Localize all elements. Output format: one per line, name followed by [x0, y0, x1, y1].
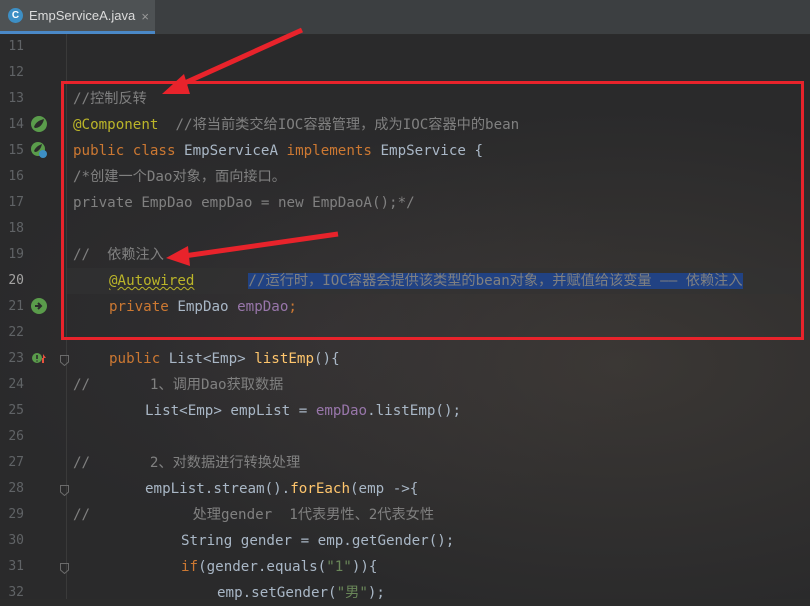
type-name: List<Emp>	[168, 351, 255, 367]
tab-title: EmpServiceA.java	[29, 8, 136, 23]
line-gutter: 11 12 13 14 15 16 17 18 19 20 21 22 23 2…	[0, 34, 69, 600]
code-text: (emp ->{	[350, 481, 419, 497]
line-number: 30	[8, 533, 24, 548]
autowired-bean-icon[interactable]	[30, 297, 48, 315]
line-number: 26	[8, 429, 24, 444]
line-number-active: 20	[8, 273, 24, 288]
line-number: 22	[8, 325, 24, 340]
code-line-21: private EmpDao empDao;	[109, 294, 297, 320]
code-line-24: // 1、调用Dao获取数据	[73, 377, 284, 393]
line-number: 31	[8, 559, 24, 574]
line-number: 13	[8, 91, 24, 106]
code-text: .listEmp();	[367, 403, 462, 419]
line-number: 17	[8, 195, 24, 210]
code-line-19: // 依赖注入	[73, 247, 164, 263]
line-number: 15	[8, 143, 24, 158]
code-line-30: String gender = emp.getGender();	[181, 533, 455, 549]
line-number: 23	[8, 351, 24, 366]
annotation: @Component	[73, 117, 159, 133]
code-line-17: private EmpDao empDao = new EmpDaoA();*/	[73, 195, 415, 211]
code-line-29: // 处理gender 1代表男性、2代表女性	[73, 507, 435, 523]
class-name: EmpServiceA	[184, 143, 287, 159]
line-number: 19	[8, 247, 24, 262]
editor-tab-bar: C EmpServiceA.java ×	[0, 0, 810, 35]
comment: //将当前类交给IOC容器管理，成为IOC容器中的bean	[158, 117, 520, 133]
code-line-28: empList.stream().forEach(emp ->{	[145, 476, 418, 502]
code-text: )){	[351, 559, 378, 575]
keyword: private	[109, 299, 178, 315]
line-number: 28	[8, 481, 24, 496]
code-text: (gender.equals(	[198, 559, 327, 575]
code-line-15: public class EmpServiceA implements EmpS…	[73, 138, 483, 164]
code-text: List<Emp> empList =	[145, 403, 316, 419]
keyword: public	[109, 351, 169, 367]
code-text: empList.stream().	[145, 481, 291, 497]
method-name: listEmp	[254, 351, 315, 367]
code-line-20: @Autowired //运行时，IOC容器会提供该类型的bean对象，并赋值给该…	[109, 268, 743, 294]
code-line-27: // 2、对数据进行转换处理	[73, 455, 301, 471]
line-number: 16	[8, 169, 24, 184]
method-name: forEach	[290, 481, 351, 497]
keyword: if	[181, 559, 199, 575]
punct: (){	[314, 351, 340, 367]
line-number: 29	[8, 507, 24, 522]
line-number: 32	[8, 585, 24, 600]
fold-marker-icon[interactable]	[60, 563, 69, 574]
spring-bean-navigate-icon[interactable]	[30, 141, 48, 159]
code-line-16: /*创建一个Dao对象，面向接口。	[73, 169, 286, 185]
fold-marker-icon[interactable]	[60, 355, 69, 366]
field-name: empDao	[237, 299, 289, 315]
interface-name: EmpService {	[380, 143, 484, 159]
line-number: 27	[8, 455, 24, 470]
code-line-32: emp.setGender("男");	[217, 580, 385, 606]
java-class-icon: C	[8, 8, 23, 23]
field-name: empDao	[315, 403, 368, 419]
code-editor[interactable]: //控制反转 @Component //将当前类交给IOC容器管理，成为IOC容…	[73, 34, 810, 601]
code-line-25: List<Emp> empList = empDao.listEmp();	[145, 398, 461, 424]
keyword: public class	[73, 143, 185, 159]
line-number: 12	[8, 65, 24, 80]
code-line-23: public List<Emp> listEmp(){	[109, 346, 340, 372]
type-name: EmpDao	[177, 299, 238, 315]
implements-method-icon[interactable]	[30, 349, 48, 367]
code-line-31: if(gender.equals("1")){	[181, 554, 377, 580]
line-number: 24	[8, 377, 24, 392]
tab-empservicea[interactable]: C EmpServiceA.java ×	[0, 0, 155, 34]
line-number: 18	[8, 221, 24, 236]
line-number: 11	[8, 39, 24, 54]
string-literal: "1"	[326, 559, 352, 575]
code-line-14: @Component //将当前类交给IOC容器管理，成为IOC容器中的bean	[73, 112, 519, 138]
line-number: 25	[8, 403, 24, 418]
selected-comment: //运行时，IOC容器会提供该类型的bean对象，并赋值给该变量 —— 依赖注入	[248, 273, 743, 289]
line-number: 21	[8, 299, 24, 314]
keyword: implements	[286, 143, 381, 159]
spring-bean-icon[interactable]	[30, 115, 48, 133]
fold-marker-icon[interactable]	[60, 485, 69, 496]
close-icon[interactable]: ×	[141, 9, 149, 24]
semicolon: ;	[288, 299, 297, 315]
line-number: 14	[8, 117, 24, 132]
annotation-autowired: @Autowired	[109, 273, 195, 289]
code-line-13: //控制反转	[73, 91, 147, 107]
